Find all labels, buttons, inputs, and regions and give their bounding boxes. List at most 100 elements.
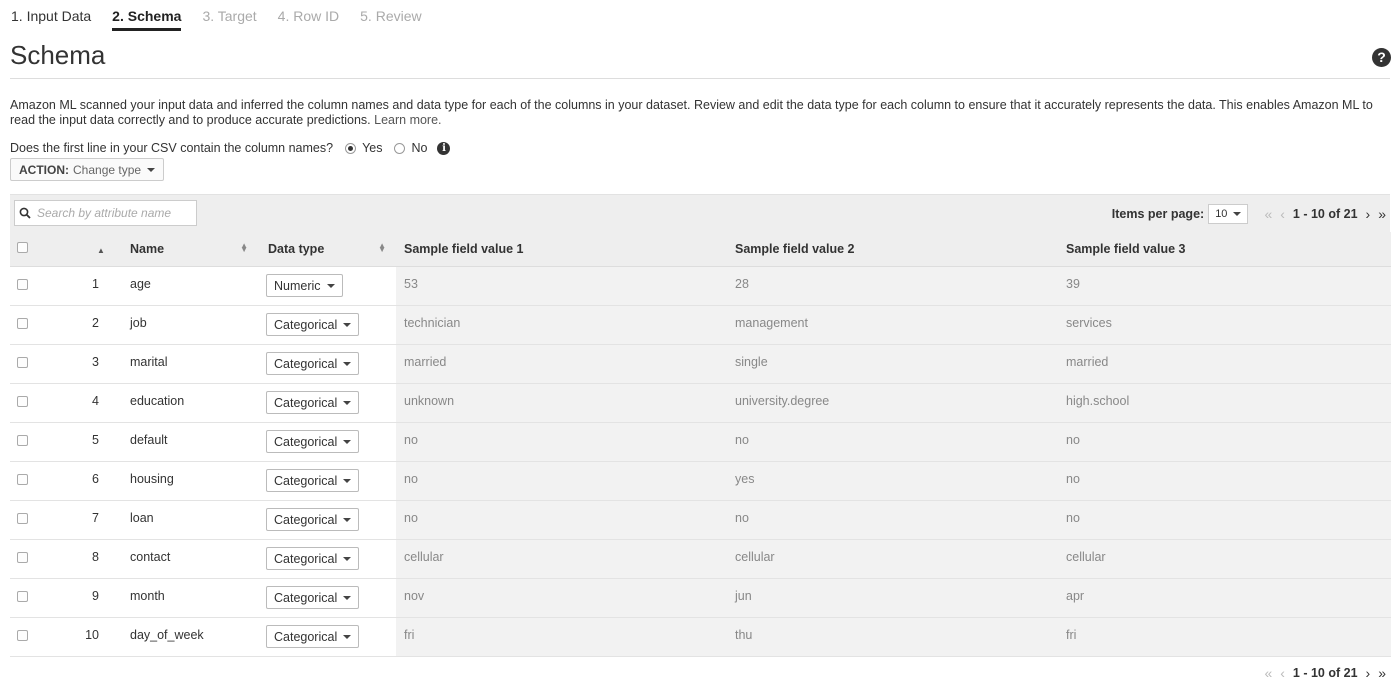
- attribute-name: education: [120, 383, 258, 423]
- csv-question-label: Does the first line in your CSV contain …: [10, 141, 334, 155]
- info-icon[interactable]: i: [437, 141, 451, 155]
- data-type-value: Categorical: [274, 590, 338, 605]
- data-type-value: Numeric: [274, 278, 321, 293]
- data-type-dropdown[interactable]: Numeric: [266, 274, 343, 297]
- csv-no-radio[interactable]: [394, 142, 406, 154]
- table-header-row: ▲ Name ▲ ▼ Data type ▲ ▼ Sample field valu…: [10, 232, 1391, 267]
- csv-yes-radio[interactable]: [345, 142, 357, 154]
- sample-value-2: university.degree: [727, 383, 1058, 423]
- select-all-checkbox[interactable]: [17, 241, 28, 253]
- data-type-value: Categorical: [274, 629, 338, 644]
- pager-top: Items per page: 10 « ‹ 1 - 10 of 21 › »: [1112, 195, 1390, 233]
- sample-1-header-label: Sample field value 1: [404, 241, 524, 256]
- table-row: 4 education Categorical unknown university.d…: [10, 383, 1391, 423]
- sample-value-2: 28: [727, 266, 1058, 306]
- csv-no-label[interactable]: No: [411, 141, 427, 155]
- prev-page-button[interactable]: ‹: [1280, 665, 1285, 681]
- name-header[interactable]: Name ▲ ▼: [120, 232, 258, 267]
- chevron-down-icon: [343, 400, 352, 405]
- csv-yes-label[interactable]: Yes: [362, 141, 382, 155]
- action-change-type-button[interactable]: ACTION: Change type: [10, 158, 165, 181]
- row-checkbox[interactable]: [17, 317, 28, 329]
- action-label: ACTION:: [19, 162, 69, 177]
- row-checkbox[interactable]: [17, 356, 28, 368]
- data-type-dropdown[interactable]: Categorical: [266, 313, 360, 336]
- last-page-button[interactable]: »: [1378, 206, 1386, 222]
- search-box[interactable]: [14, 200, 197, 226]
- index-header[interactable]: ▲: [82, 232, 120, 267]
- sample-value-3: married: [1058, 344, 1391, 384]
- next-page-button[interactable]: ›: [1366, 206, 1371, 222]
- sort-icon: ▲ ▼: [240, 241, 248, 254]
- sample-value-1: no: [396, 422, 727, 462]
- search-input[interactable]: [35, 205, 185, 221]
- table-row: 8 contact Categorical cellular cellular cellu…: [10, 539, 1391, 579]
- sample-3-header: Sample field value 3: [1058, 232, 1391, 267]
- pager-bottom: « ‹ 1 - 10 of 21 › »: [1260, 663, 1390, 683]
- row-checkbox[interactable]: [17, 434, 28, 446]
- schema-table: ▲ Name ▲ ▼ Data type ▲ ▼ Sample field valu…: [10, 232, 1391, 657]
- data-type-cell: Categorical: [258, 305, 396, 345]
- learn-more-link[interactable]: Learn more.: [374, 113, 441, 127]
- row-checkbox[interactable]: [17, 395, 28, 407]
- row-checkbox[interactable]: [17, 512, 28, 524]
- data-type-cell: Categorical: [258, 500, 396, 540]
- data-type-value: Categorical: [274, 395, 338, 410]
- page-range: 1 - 10 of 21: [1292, 666, 1358, 680]
- data-type-dropdown[interactable]: Categorical: [266, 508, 360, 531]
- row-select-cell: [10, 500, 82, 540]
- chevron-down-icon: [147, 167, 156, 172]
- row-index: 6: [82, 461, 120, 501]
- title-divider: [10, 78, 1390, 79]
- row-checkbox[interactable]: [17, 551, 28, 563]
- attribute-name: loan: [120, 500, 258, 540]
- sample-value-1: nov: [396, 578, 727, 618]
- row-select-cell: [10, 617, 82, 657]
- last-page-button[interactable]: »: [1378, 665, 1386, 681]
- table-row: 1 age Numeric 53 28 39: [10, 266, 1391, 306]
- select-all-cell: [10, 232, 82, 267]
- table-row: 6 housing Categorical no yes no: [10, 461, 1391, 501]
- sample-value-2: yes: [727, 461, 1058, 501]
- step-schema[interactable]: 2. Schema: [112, 7, 182, 31]
- data-type-dropdown[interactable]: Categorical: [266, 430, 360, 453]
- attribute-name: day_of_week: [120, 617, 258, 657]
- sample-value-1: married: [396, 344, 727, 384]
- first-page-button[interactable]: «: [1264, 665, 1272, 681]
- data-type-dropdown[interactable]: Categorical: [266, 625, 360, 648]
- data-type-header[interactable]: Data type ▲ ▼: [258, 232, 396, 267]
- table-row: 3 marital Categorical married single married: [10, 344, 1391, 384]
- row-select-cell: [10, 383, 82, 423]
- row-select-cell: [10, 578, 82, 618]
- next-page-button[interactable]: ›: [1366, 665, 1371, 681]
- attribute-name: age: [120, 266, 258, 306]
- first-page-button[interactable]: «: [1264, 206, 1272, 222]
- row-checkbox[interactable]: [17, 629, 28, 641]
- sample-value-2: thu: [727, 617, 1058, 657]
- action-value: Change type: [73, 162, 142, 177]
- row-checkbox[interactable]: [17, 473, 28, 485]
- chevron-down-icon: [343, 322, 352, 327]
- items-per-page-select[interactable]: 10: [1208, 204, 1249, 224]
- chevron-down-icon: [343, 556, 352, 561]
- data-type-value: Categorical: [274, 434, 338, 449]
- help-icon[interactable]: ?: [1372, 48, 1391, 67]
- data-type-dropdown[interactable]: Categorical: [266, 391, 360, 414]
- data-type-dropdown[interactable]: Categorical: [266, 586, 360, 609]
- row-checkbox[interactable]: [17, 590, 28, 602]
- row-select-cell: [10, 344, 82, 384]
- prev-page-button[interactable]: ‹: [1280, 206, 1285, 222]
- row-checkbox[interactable]: [17, 278, 28, 290]
- data-type-cell: Categorical: [258, 383, 396, 423]
- data-type-dropdown[interactable]: Categorical: [266, 547, 360, 570]
- data-type-dropdown[interactable]: Categorical: [266, 469, 360, 492]
- sample-value-3: high.school: [1058, 383, 1391, 423]
- wizard-steps: 1. Input Data 2. Schema 3. Target 4. Row…: [11, 7, 443, 31]
- step-input-data[interactable]: 1. Input Data: [11, 7, 91, 31]
- attribute-name: housing: [120, 461, 258, 501]
- sample-2-header-label: Sample field value 2: [735, 241, 855, 256]
- data-type-value: Categorical: [274, 473, 338, 488]
- sample-value-2: single: [727, 344, 1058, 384]
- data-type-dropdown[interactable]: Categorical: [266, 352, 360, 375]
- data-type-value: Categorical: [274, 512, 338, 527]
